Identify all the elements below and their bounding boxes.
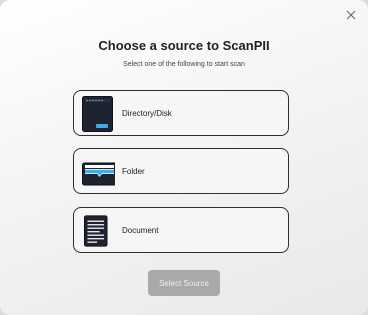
dialog-subtitle: Select one of the following to start sca…	[123, 61, 245, 68]
document-icon	[84, 215, 108, 247]
folder-icon	[82, 162, 115, 186]
select-source-button[interactable]: Select Source	[148, 270, 220, 296]
source-dialog: Choose a source to ScanPII Select one of…	[0, 0, 368, 315]
option-label: Directory/Disk	[122, 109, 172, 118]
option-document[interactable]: Document	[73, 207, 289, 253]
close-icon[interactable]	[344, 8, 358, 22]
option-label: Folder	[122, 167, 145, 176]
disk-icon	[82, 96, 113, 132]
dialog-title: Choose a source to ScanPII	[98, 38, 270, 53]
option-directory-disk[interactable]: Directory/Disk	[73, 90, 289, 136]
option-label: Document	[122, 226, 159, 235]
option-folder[interactable]: Folder	[73, 148, 289, 194]
